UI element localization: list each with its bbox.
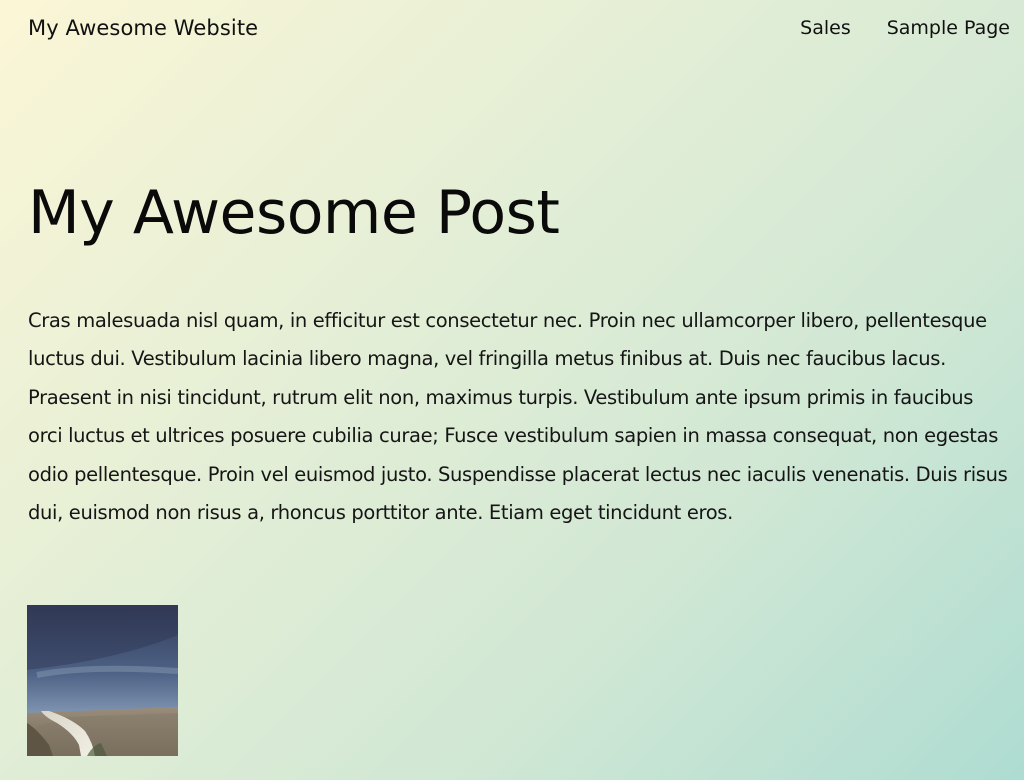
post-image-country-road — [27, 605, 178, 756]
main-navigation: Sales Sample Page — [800, 17, 1010, 39]
site-header: My Awesome Website Sales Sample Page — [28, 12, 1010, 44]
post-title: My Awesome Post — [28, 178, 560, 248]
post-body-paragraph: Cras malesuada nisl quam, in efficitur e… — [28, 309, 1008, 525]
nav-link-sales[interactable]: Sales — [800, 17, 851, 39]
nav-link-sample-page[interactable]: Sample Page — [887, 17, 1010, 39]
site-title-link[interactable]: My Awesome Website — [28, 16, 258, 40]
